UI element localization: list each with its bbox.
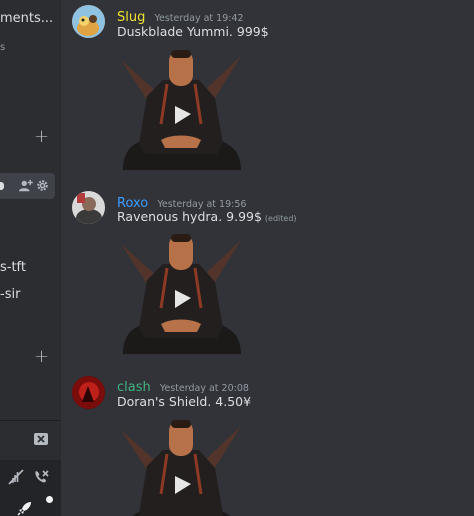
avatar[interactable] bbox=[72, 191, 105, 224]
channel-name-partial[interactable]: ments... bbox=[0, 11, 53, 26]
channel-sidebar: ments... s + s-tft -sir + bbox=[0, 0, 61, 516]
plus-icon[interactable]: + bbox=[34, 348, 49, 366]
close-icon[interactable] bbox=[34, 432, 48, 446]
timestamp: Yesterday at 19:42 bbox=[154, 13, 244, 24]
message-body: Doran's Shield. 4.50¥ bbox=[117, 394, 252, 409]
edited-tag: (edited) bbox=[264, 214, 297, 223]
avatar[interactable] bbox=[72, 5, 105, 38]
message-body: Duskblade Yummi. 999$ bbox=[117, 24, 269, 39]
user-panel bbox=[0, 460, 61, 516]
author-name[interactable]: clash bbox=[117, 380, 151, 395]
unread-indicator bbox=[0, 182, 4, 190]
message-text: Doran's Shield. 4.50¥ bbox=[117, 394, 251, 409]
author-name[interactable]: Slug bbox=[117, 10, 145, 25]
message-text: Duskblade Yummi. 999$ bbox=[117, 24, 269, 39]
message-text: Ravenous hydra. 9.99$ (edited) bbox=[117, 209, 297, 224]
chat-area: Slug Yesterday at 19:42 Duskblade Yummi.… bbox=[61, 0, 474, 516]
sticker-image[interactable] bbox=[117, 414, 245, 516]
selected-channel-row[interactable] bbox=[0, 173, 55, 199]
mute-icon[interactable] bbox=[8, 469, 24, 485]
sticker-image[interactable] bbox=[117, 228, 245, 356]
plus-icon[interactable]: + bbox=[34, 128, 49, 146]
message-header: clash Yesterday at 20:08 bbox=[117, 376, 249, 395]
avatar[interactable] bbox=[72, 376, 105, 409]
message-header: Slug Yesterday at 19:42 bbox=[117, 6, 244, 25]
channel-name-partial[interactable]: -sir bbox=[0, 287, 20, 302]
message-body: Ravenous hydra. 9.99$ bbox=[117, 209, 262, 224]
rocket-icon[interactable] bbox=[17, 500, 33, 516]
channel-name-partial[interactable]: s-tft bbox=[0, 260, 26, 275]
phone-disconnect-icon[interactable] bbox=[33, 469, 49, 485]
channel-meta-partial: s bbox=[0, 42, 6, 53]
add-member-icon[interactable] bbox=[19, 179, 33, 193]
timestamp: Yesterday at 20:08 bbox=[159, 383, 249, 394]
voice-panel bbox=[0, 420, 61, 460]
sticker-image[interactable] bbox=[117, 44, 245, 172]
status-dot bbox=[46, 496, 53, 503]
gear-icon[interactable] bbox=[36, 179, 49, 192]
